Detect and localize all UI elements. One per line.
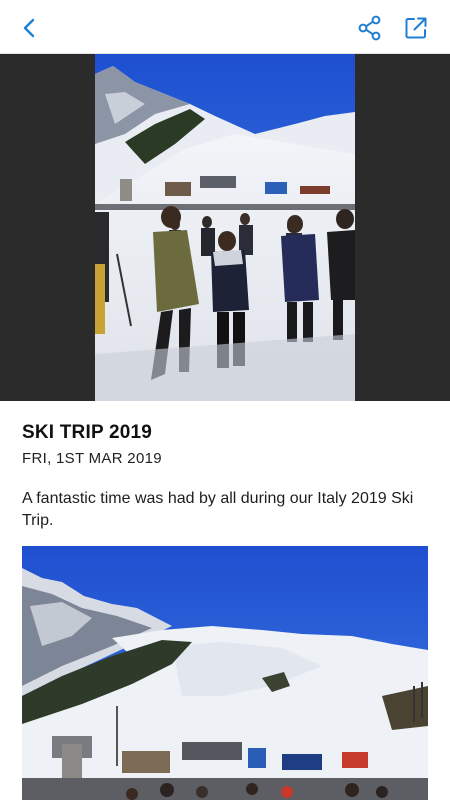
chevron-left-icon bbox=[23, 18, 35, 38]
article-date: FRI, 1ST MAR 2019 bbox=[22, 450, 162, 467]
article-title: SKI TRIP 2019 bbox=[22, 422, 153, 443]
ski-resort-panorama-photo bbox=[22, 546, 428, 800]
share-button[interactable] bbox=[352, 10, 388, 46]
ski-slope-crowd-photo bbox=[95, 54, 355, 401]
hero-image-container[interactable] bbox=[0, 54, 450, 401]
article-body: A fantastic time was had by all during o… bbox=[22, 490, 414, 529]
article-content: SKI TRIP 2019 FRI, 1ST MAR 2019 A fantas… bbox=[22, 422, 428, 532]
external-link-icon bbox=[405, 17, 427, 39]
top-bar bbox=[0, 0, 450, 54]
back-button[interactable] bbox=[12, 10, 48, 46]
open-external-button[interactable] bbox=[398, 10, 434, 46]
share-icon bbox=[358, 15, 381, 41]
article-image[interactable] bbox=[22, 546, 428, 800]
